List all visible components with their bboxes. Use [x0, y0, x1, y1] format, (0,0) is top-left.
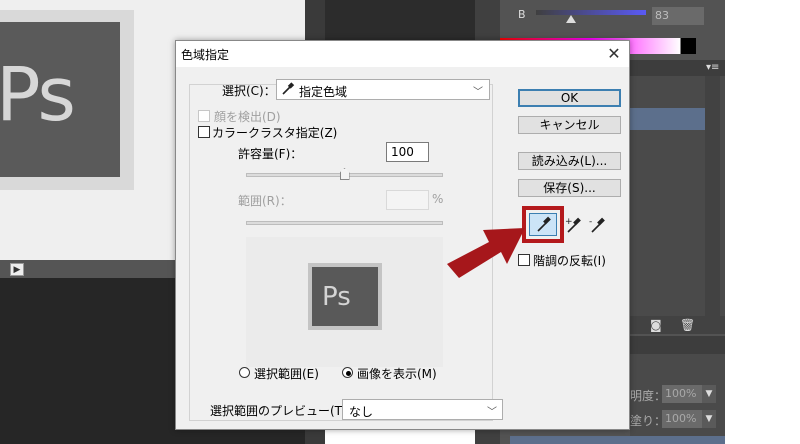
camera-icon[interactable]: ◙	[650, 318, 662, 332]
scroll-right-arrow-icon[interactable]: ▶	[10, 263, 24, 276]
dialog-title: 色域指定	[181, 48, 230, 62]
ok-button[interactable]: OK	[518, 89, 621, 107]
color-range-dialog: 色域指定 ✕ 選択(C)： 指定色域 ﹀ 顔を検出(D) カラークラスタ指定(Z…	[175, 40, 630, 430]
invert-label: 階調の反転(I)	[533, 254, 606, 268]
selection-radio-label: 選択範囲(E)	[254, 367, 319, 381]
range-slider[interactable]	[246, 221, 443, 225]
detect-faces-label: 顔を検出(D)	[214, 110, 281, 124]
svg-text:+: +	[565, 217, 573, 227]
trash-icon[interactable]: 🗑	[680, 318, 695, 332]
detect-faces-checkbox[interactable]	[198, 110, 210, 122]
selection-preview-value: なし	[349, 405, 374, 419]
channel-b-value[interactable]: 83	[652, 7, 704, 25]
layer-row[interactable]	[510, 436, 725, 444]
preview-ps-logo-inner: Ps	[312, 267, 378, 326]
eyedropper-tool-button[interactable]	[529, 213, 557, 236]
cancel-button[interactable]: キャンセル	[518, 116, 621, 134]
selection-radio[interactable]	[239, 367, 250, 378]
fuzziness-input[interactable]: 100	[386, 142, 429, 162]
lower-panel-tab-row	[630, 336, 725, 354]
fill-label: 塗り：	[630, 414, 667, 428]
fill-dropdown-icon[interactable]: ▼	[702, 410, 716, 428]
eyedropper-subtract-tool-button[interactable]: -	[586, 213, 610, 236]
svg-text:-: -	[589, 217, 592, 227]
selection-preview-label: 選択範囲のプレビュー(T)：	[210, 404, 359, 418]
eyedropper-plus-icon: +	[565, 217, 581, 233]
select-dropdown[interactable]: 指定色域 ﹀	[276, 79, 490, 100]
close-icon[interactable]: ✕	[604, 44, 624, 64]
workspace-divider-top	[325, 0, 475, 40]
load-button[interactable]: 読み込み(L)...	[518, 152, 621, 170]
preview-thumbnail[interactable]: Ps	[246, 237, 443, 367]
range-input[interactable]	[386, 190, 429, 210]
outer-margin	[725, 0, 800, 444]
select-value: 指定色域	[299, 85, 348, 99]
channel-b-label: B	[518, 8, 526, 21]
range-unit: %	[432, 192, 444, 206]
image-radio-label: 画像を表示(M)	[357, 367, 437, 381]
eyedropper-icon	[537, 216, 551, 232]
image-radio[interactable]	[342, 367, 353, 378]
ps-logo-text: Ps	[0, 52, 76, 138]
eyedropper-add-tool-button[interactable]: +	[562, 213, 586, 236]
preview-ps-logo-text: Ps	[322, 282, 351, 312]
radio-selected-dot	[346, 371, 351, 376]
opacity-dropdown-icon[interactable]: ▼	[702, 385, 716, 403]
chevron-down-icon: ﹀	[473, 87, 483, 98]
annotation-arrow-icon	[447, 228, 525, 278]
select-label: 選択(C)：	[222, 84, 276, 98]
localized-clusters-checkbox[interactable]	[198, 126, 210, 138]
preview-ps-logo: Ps	[308, 263, 382, 330]
fill-field[interactable]: 100%	[662, 410, 702, 428]
panel-menu-icon[interactable]: ▾≡	[706, 62, 719, 73]
localized-clusters-label: カラークラスタ指定(Z)	[212, 126, 338, 140]
dialog-titlebar[interactable]: 色域指定 ✕	[176, 41, 629, 67]
layers-scrollbar[interactable]	[705, 76, 720, 316]
eyedropper-minus-icon: -	[589, 217, 605, 233]
layers-bottom-bar	[620, 316, 725, 334]
opacity-label: 明度：	[630, 389, 667, 403]
channel-b-slider-thumb[interactable]	[566, 15, 576, 23]
channel-b-slider[interactable]	[536, 10, 646, 15]
fuzziness-label: 許容量(F)：	[238, 147, 303, 161]
save-button[interactable]: 保存(S)...	[518, 179, 621, 197]
eyedropper-icon	[282, 82, 295, 95]
chevron-down-icon: ﹀	[487, 407, 497, 418]
range-label: 範囲(R)：	[238, 194, 292, 208]
opacity-field[interactable]: 100%	[662, 385, 702, 403]
selection-preview-dropdown[interactable]: なし ﹀	[342, 399, 503, 420]
